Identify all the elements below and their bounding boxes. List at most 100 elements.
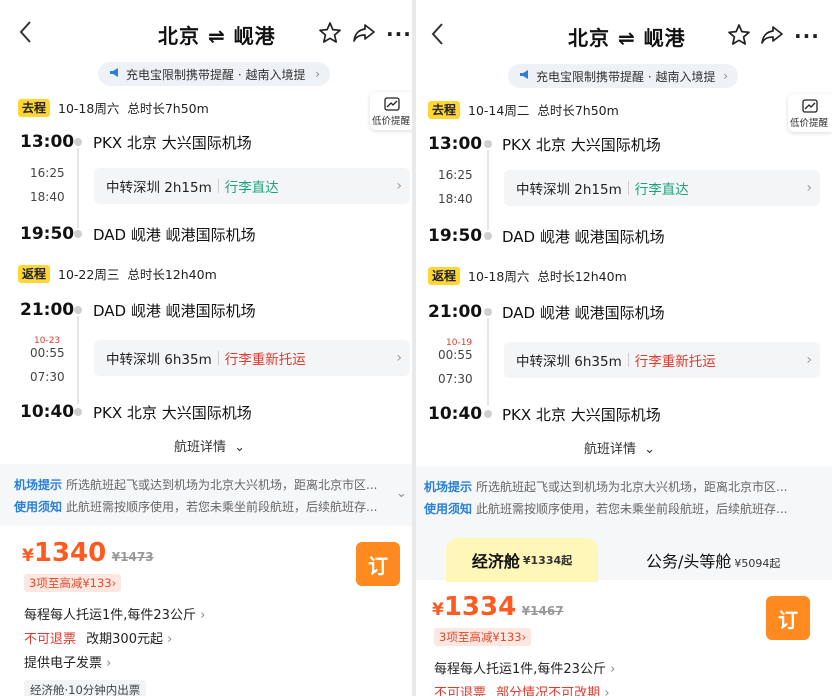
flight-detail-link[interactable]: 航班详情 ⌄ [584, 438, 655, 457]
inbound-dep-airport: DAD 岘港 岘港国际机场 [93, 302, 256, 320]
airport-tip: 机场提示 所选航班起飞或达到机场为北京大兴机场，距离北京市区... [14, 476, 394, 493]
outbound-dep-time: 13:00 [428, 134, 483, 154]
inbound-transfer-card[interactable]: 中转深圳 6h35m 行李重新托运 › [94, 340, 410, 376]
low-price-label: 低价提醒 [790, 118, 829, 129]
usage-tip: 使用须知 此航班需按顺序使用，若您未乘坐前段航班，后续航班存... [14, 498, 394, 515]
outbound-stop-arr: 16:25 [438, 168, 473, 182]
notice-banner[interactable]: 充电宝限制携带提醒 · 越南入境提 › [98, 62, 330, 86]
promo-text: 3项至高减¥133 [439, 630, 522, 644]
timeline-dot [484, 232, 492, 240]
inbound-transfer-card[interactable]: 中转深圳 6h35m 行李重新托运 › [504, 342, 820, 378]
low-price-reminder-button[interactable]: 低价提醒 [788, 94, 832, 132]
tip-label: 机场提示 [14, 478, 63, 492]
price-value: 1334 [443, 592, 517, 622]
inbound-arr-airport: PKX 北京 大兴国际机场 [502, 406, 661, 424]
star-icon[interactable] [318, 21, 342, 49]
book-button[interactable]: 订 [356, 542, 400, 586]
back-icon[interactable] [18, 20, 32, 50]
timeline-dot [484, 410, 492, 418]
flight-detail-label: 航班详情 [584, 442, 637, 457]
currency-symbol: ¥ [432, 600, 444, 620]
inbound-stop-dep: 07:30 [438, 372, 473, 386]
currency-symbol: ¥ [22, 546, 34, 566]
outbound-header: 去程 10-18周六 总时长7h50m [18, 98, 209, 117]
chevron-down-icon: ⌄ [234, 440, 246, 455]
outbound-dep-airport: PKX 北京 大兴国际机场 [93, 134, 252, 152]
timeline-line [487, 318, 489, 406]
chevron-right-icon: › [806, 180, 812, 196]
chevron-right-icon: › [396, 350, 402, 366]
back-icon[interactable] [430, 22, 444, 50]
inbound-arr-time: 10:40 [428, 404, 483, 424]
baggage-rule[interactable]: 每程每人托运1件,每件23公斤 › [434, 658, 615, 677]
outbound-arr-airport: DAD 岘港 岘港国际机场 [502, 228, 665, 246]
inbound-header: 返程 10-18周六 总时长12h40m [428, 266, 627, 285]
inbound-dep-time: 21:00 [428, 302, 483, 322]
invoice-info[interactable]: 提供电子发票 › [24, 652, 111, 671]
megaphone-icon [518, 68, 531, 84]
chevron-right-icon: › [111, 576, 117, 590]
promo-text: 3项至高减¥133 [29, 576, 112, 590]
baggage-status: 行李重新托运 [224, 352, 306, 368]
chevron-right-icon: › [167, 632, 173, 647]
baggage-rule-text: 每程每人托运1件,每件23公斤 [24, 608, 196, 623]
star-icon[interactable] [727, 23, 751, 51]
tip-label: 使用须知 [14, 500, 63, 514]
chevron-right-icon: › [106, 656, 112, 671]
change-rule: 部分情况不可改期 [496, 686, 601, 696]
low-price-reminder-button[interactable]: 低价提醒 [370, 92, 412, 130]
inbound-dep-airport: DAD 岘港 岘港国际机场 [502, 304, 665, 322]
chevron-down-icon: ⌄ [644, 442, 656, 457]
outbound-tag: 去程 [428, 100, 461, 119]
outbound-date: 10-14周二 [468, 103, 530, 118]
flight-detail-link[interactable]: 航班详情 ⌄ [174, 436, 245, 455]
book-button[interactable]: 订 [766, 596, 810, 640]
chevron-right-icon: › [521, 630, 527, 644]
tip-label: 使用须知 [424, 502, 473, 516]
chevron-right-icon: › [806, 352, 812, 368]
refund-change-rule[interactable]: 不可退票 部分情况不可改期 › [434, 682, 610, 696]
transfer-text: 中转深圳 2h15m [516, 182, 622, 198]
tips-section[interactable]: 机场提示 所选航班起飞或达到机场为北京大兴机场，距离北京市区... 使用须知 此航班… [0, 464, 412, 526]
transfer-text: 中转深圳 2h15m [106, 180, 212, 196]
more-icon[interactable]: ··· [386, 22, 412, 46]
more-icon[interactable]: ··· [794, 24, 820, 48]
refund-rule: 不可退票 [434, 686, 487, 696]
fare-price: ¥1334 ¥1467 [432, 592, 564, 622]
tips-section[interactable]: 机场提示 所选航班起飞或达到机场为北京大兴机场，距离北京市区... 使用须知 此航班… [416, 466, 832, 528]
promo-badge[interactable]: 3项至高减¥133› [434, 628, 532, 646]
timeline-line [77, 316, 79, 404]
low-price-label: 低价提醒 [372, 116, 411, 127]
chevron-right-icon: › [200, 608, 206, 623]
original-price: ¥1467 [521, 604, 564, 618]
share-icon[interactable] [759, 23, 785, 51]
outbound-header: 去程 10-14周二 总时长7h50m [428, 100, 619, 119]
outbound-date: 10-18周六 [58, 101, 120, 116]
promo-badge[interactable]: 3项至高减¥133› [24, 574, 122, 592]
tab-business[interactable]: 公务/头等舱 ¥5094起 [646, 548, 780, 572]
timeline-dot [74, 306, 82, 314]
share-icon[interactable] [351, 21, 377, 49]
timeline-dot [484, 308, 492, 316]
inbound-duration: 总时长12h40m [127, 267, 217, 282]
usage-tip: 使用须知 此航班需按顺序使用，若您未乘坐前段航班，后续航班存... [424, 500, 814, 517]
fare-card: ¥1334 ¥1467 3项至高减¥133› 订 每程每人托运1件,每件23公斤… [420, 582, 828, 696]
outbound-stop-arr: 16:25 [30, 166, 65, 180]
flight-detail-label: 航班详情 [174, 440, 227, 455]
tab-economy-price: ¥1334起 [522, 554, 573, 567]
next-day-date: 10-19 [446, 338, 473, 348]
next-day-date: 10-23 [34, 336, 61, 346]
outbound-duration: 总时长7h50m [127, 101, 209, 116]
inbound-tag: 返程 [18, 264, 51, 283]
notice-banner[interactable]: 充电宝限制携带提醒 · 越南入境提 › [508, 64, 738, 88]
baggage-rule[interactable]: 每程每人托运1件,每件23公斤 › [24, 604, 205, 623]
outbound-transfer-card[interactable]: 中转深圳 2h15m 行李直达 › [504, 170, 820, 206]
refund-change-rule[interactable]: 不可退票 改期300元起 › [24, 628, 172, 647]
outbound-transfer-card[interactable]: 中转深圳 2h15m 行李直达 › [94, 168, 410, 204]
outbound-arr-airport: DAD 岘港 岘港国际机场 [93, 226, 256, 244]
inbound-arr-time: 10:40 [20, 402, 75, 422]
outbound-arr-time: 19:50 [428, 226, 483, 246]
fare-card: ¥1340 ¥1473 3项至高减¥133› 订 每程每人托运1件,每件23公斤… [12, 530, 412, 696]
airport-tip: 机场提示 所选航班起飞或达到机场为北京大兴机场，距离北京市区... [424, 478, 814, 495]
tab-economy[interactable]: 经济舱 ¥1334起 [446, 538, 598, 582]
